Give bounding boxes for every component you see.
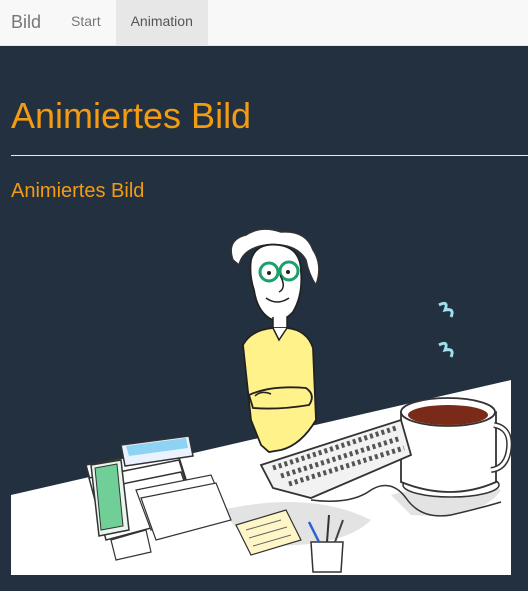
page-title: Animiertes Bild: [11, 95, 252, 136]
cartoon-person: [230, 228, 320, 453]
section-heading: Animiertes Bild: [11, 180, 145, 202]
coffee-cup: [400, 397, 511, 498]
animated-image: [11, 228, 511, 575]
horizontal-divider: [11, 155, 528, 156]
top-navbar: Bild Start Animation: [0, 0, 528, 46]
navbar-brand[interactable]: Bild: [0, 0, 56, 45]
nav-item-animation[interactable]: Animation: [115, 0, 208, 45]
nav-item-start[interactable]: Start: [56, 0, 116, 45]
